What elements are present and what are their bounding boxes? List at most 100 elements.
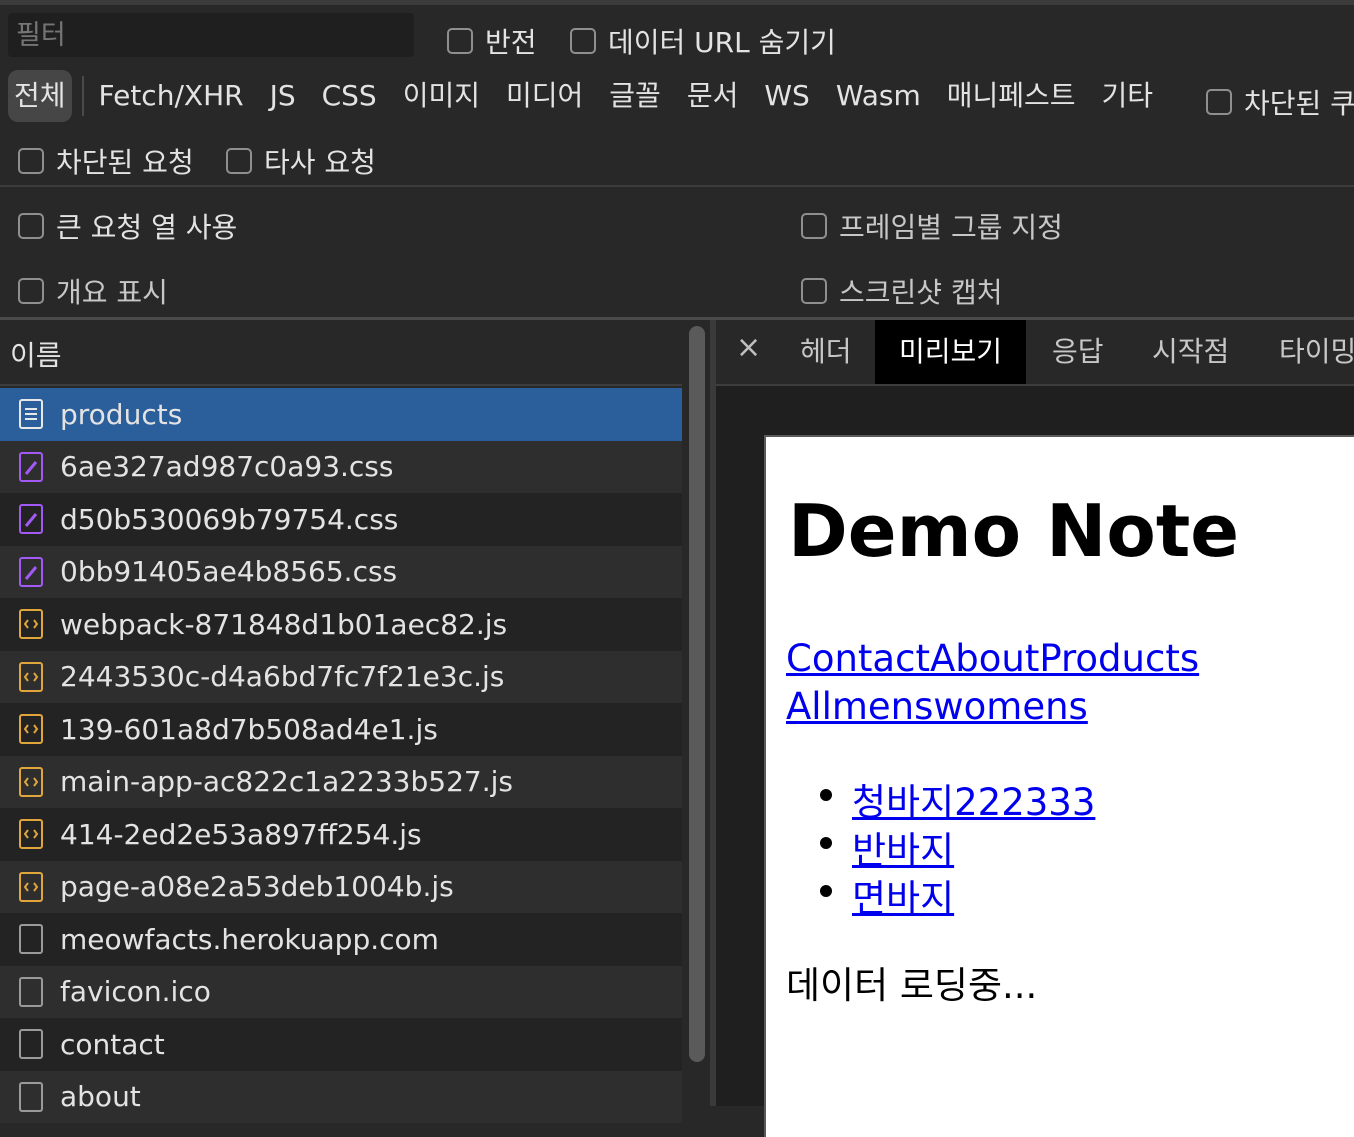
hide-data-url-label: 데이터 URL 숨기기 xyxy=(608,26,836,59)
request-name: favicon.ico xyxy=(60,975,211,1009)
group-by-frame-checkbox[interactable]: 프레임별 그룹 지정 xyxy=(801,206,1063,246)
document-icon xyxy=(18,398,44,430)
invert-checkbox[interactable]: 반전 xyxy=(447,21,537,61)
table-row[interactable]: 139-601a8d7b508ad4e1.js xyxy=(0,703,682,756)
checkbox-box[interactable] xyxy=(18,148,44,174)
table-row[interactable]: products xyxy=(0,388,682,441)
tab-preview[interactable]: 미리보기 xyxy=(875,320,1027,384)
overview-label: 개요 표시 xyxy=(56,276,168,309)
third-party-checkbox[interactable]: 타사 요청 xyxy=(226,141,376,181)
screenshot-checkbox[interactable]: 스크린샷 캡처 xyxy=(801,271,1002,311)
tab-response[interactable]: 응답 xyxy=(1052,320,1104,384)
request-name: meowfacts.herokuapp.com xyxy=(60,922,439,956)
table-row[interactable]: webpack-871848d1b01aec82.js xyxy=(0,598,682,651)
checkbox-box[interactable] xyxy=(18,278,44,304)
request-name: main-app-ac822c1a2233b527.js xyxy=(60,765,513,799)
bullet-icon xyxy=(820,885,832,897)
type-filter-js[interactable]: JS xyxy=(257,70,309,122)
file-icon xyxy=(18,976,44,1008)
product-link[interactable]: 청바지222333 xyxy=(852,781,1095,824)
checkbox-box[interactable] xyxy=(18,213,44,239)
type-filter-css[interactable]: CSS xyxy=(309,70,390,122)
checkbox-box[interactable] xyxy=(801,213,827,239)
type-filter-font[interactable]: 글꼴 xyxy=(596,70,674,122)
preview-category-link[interactable]: Allmenswomens xyxy=(786,685,1088,728)
scrollbar-thumb[interactable] xyxy=(689,326,705,1062)
type-filter-image[interactable]: 이미지 xyxy=(390,70,493,122)
css-file-icon xyxy=(18,503,44,535)
tab-initiator[interactable]: 시작점 xyxy=(1152,320,1229,384)
type-filter-manifest[interactable]: 매니페스트 xyxy=(934,70,1089,122)
product-link[interactable]: 반바지 xyxy=(852,829,954,872)
blocked-cookies-checkbox[interactable]: 차단된 쿠 xyxy=(1206,82,1354,122)
table-row[interactable]: favicon.ico xyxy=(0,965,682,1018)
toolbar-divider xyxy=(0,185,1354,187)
css-file-icon xyxy=(18,451,44,483)
table-row[interactable]: meowfacts.herokuapp.com xyxy=(0,913,682,966)
table-row[interactable]: 6ae327ad987c0a93.css xyxy=(0,440,682,493)
name-column-label: 이름 xyxy=(10,339,62,372)
request-name: contact xyxy=(60,1027,165,1061)
type-filter-ws[interactable]: WS xyxy=(751,70,822,122)
product-link[interactable]: 면바지 xyxy=(852,877,954,920)
overview-checkbox[interactable]: 개요 표시 xyxy=(18,271,168,311)
big-rows-label: 큰 요청 열 사용 xyxy=(56,211,238,244)
filter-input[interactable] xyxy=(8,13,414,57)
checkbox-box[interactable] xyxy=(1206,89,1232,115)
blocked-requests-checkbox[interactable]: 차단된 요청 xyxy=(18,141,194,181)
type-filter-all[interactable]: 전체 xyxy=(8,70,72,122)
request-name: 2443530c-d4a6bd7fc7f21e3c.js xyxy=(60,660,505,694)
js-file-icon xyxy=(18,766,44,798)
big-rows-checkbox[interactable]: 큰 요청 열 사용 xyxy=(18,206,237,246)
type-filter-wasm[interactable]: Wasm xyxy=(823,70,934,122)
checkbox-box[interactable] xyxy=(447,28,473,54)
type-filter-separator xyxy=(81,76,84,116)
request-name: 139-601a8d7b508ad4e1.js xyxy=(60,712,438,746)
tab-timing[interactable]: 타이밍 xyxy=(1279,320,1354,384)
third-party-label: 타사 요청 xyxy=(264,146,376,179)
file-icon xyxy=(18,923,44,955)
request-name: d50b530069b79754.css xyxy=(60,502,399,536)
invert-label: 반전 xyxy=(485,26,537,59)
file-icon xyxy=(18,1028,44,1060)
type-filter-fetch-xhr[interactable]: Fetch/XHR xyxy=(86,70,257,122)
preview-loading-text: 데이터 로딩중... xyxy=(786,964,1038,1007)
table-row[interactable]: d50b530069b79754.css xyxy=(0,493,682,546)
type-filter-media[interactable]: 미디어 xyxy=(493,70,596,122)
screenshot-label: 스크린샷 캡처 xyxy=(839,276,1003,309)
list-item: 면바지 xyxy=(820,868,1095,920)
css-file-icon xyxy=(18,556,44,588)
checkbox-box[interactable] xyxy=(570,28,596,54)
hide-data-url-checkbox[interactable]: 데이터 URL 숨기기 xyxy=(570,21,836,61)
bullet-icon xyxy=(820,837,832,849)
js-file-icon xyxy=(18,818,44,850)
table-row[interactable]: 414-2ed2e53a897ff254.js xyxy=(0,808,682,861)
request-name: 0bb91405ae4b8565.css xyxy=(60,555,398,589)
table-row[interactable]: contact xyxy=(0,1018,682,1071)
request-rows: products 6ae327ad987c0a93.css d50b530069b7… xyxy=(0,388,682,1123)
blocked-cookies-label: 차단된 쿠 xyxy=(1244,87,1354,120)
table-row[interactable]: page-a08e2a53deb1004b.js xyxy=(0,860,682,913)
detail-tabs: × 헤더 미리보기 응답 시작점 타이밍 xyxy=(716,320,1354,386)
request-name: about xyxy=(60,1080,141,1114)
name-column-header[interactable]: 이름 xyxy=(0,320,682,386)
preview-product-list: 청바지222333 반바지 면바지 xyxy=(820,772,1095,920)
js-file-icon xyxy=(18,713,44,745)
preview-nav-link[interactable]: ContactAboutProducts xyxy=(786,637,1199,680)
table-row[interactable]: about xyxy=(0,1070,682,1123)
list-item: 반바지 xyxy=(820,820,1095,872)
checkbox-box[interactable] xyxy=(226,148,252,174)
close-icon[interactable]: × xyxy=(736,330,761,365)
blocked-requests-label: 차단된 요청 xyxy=(56,146,194,179)
table-row[interactable]: main-app-ac822c1a2233b527.js xyxy=(0,755,682,808)
top-border xyxy=(0,0,1354,5)
table-row[interactable]: 2443530c-d4a6bd7fc7f21e3c.js xyxy=(0,650,682,703)
type-filter-other[interactable]: 기타 xyxy=(1089,70,1167,122)
table-row[interactable]: 0bb91405ae4b8565.css xyxy=(0,545,682,598)
type-filter-doc[interactable]: 문서 xyxy=(674,70,752,122)
request-name: products xyxy=(60,397,183,431)
checkbox-box[interactable] xyxy=(801,278,827,304)
detail-pane: × 헤더 미리보기 응답 시작점 타이밍 Demo Note ContactAb… xyxy=(716,320,1354,1137)
request-list: 이름 products 6ae327ad987c0a93.css d50b53006… xyxy=(0,320,682,1123)
tab-headers[interactable]: 헤더 xyxy=(800,320,852,384)
